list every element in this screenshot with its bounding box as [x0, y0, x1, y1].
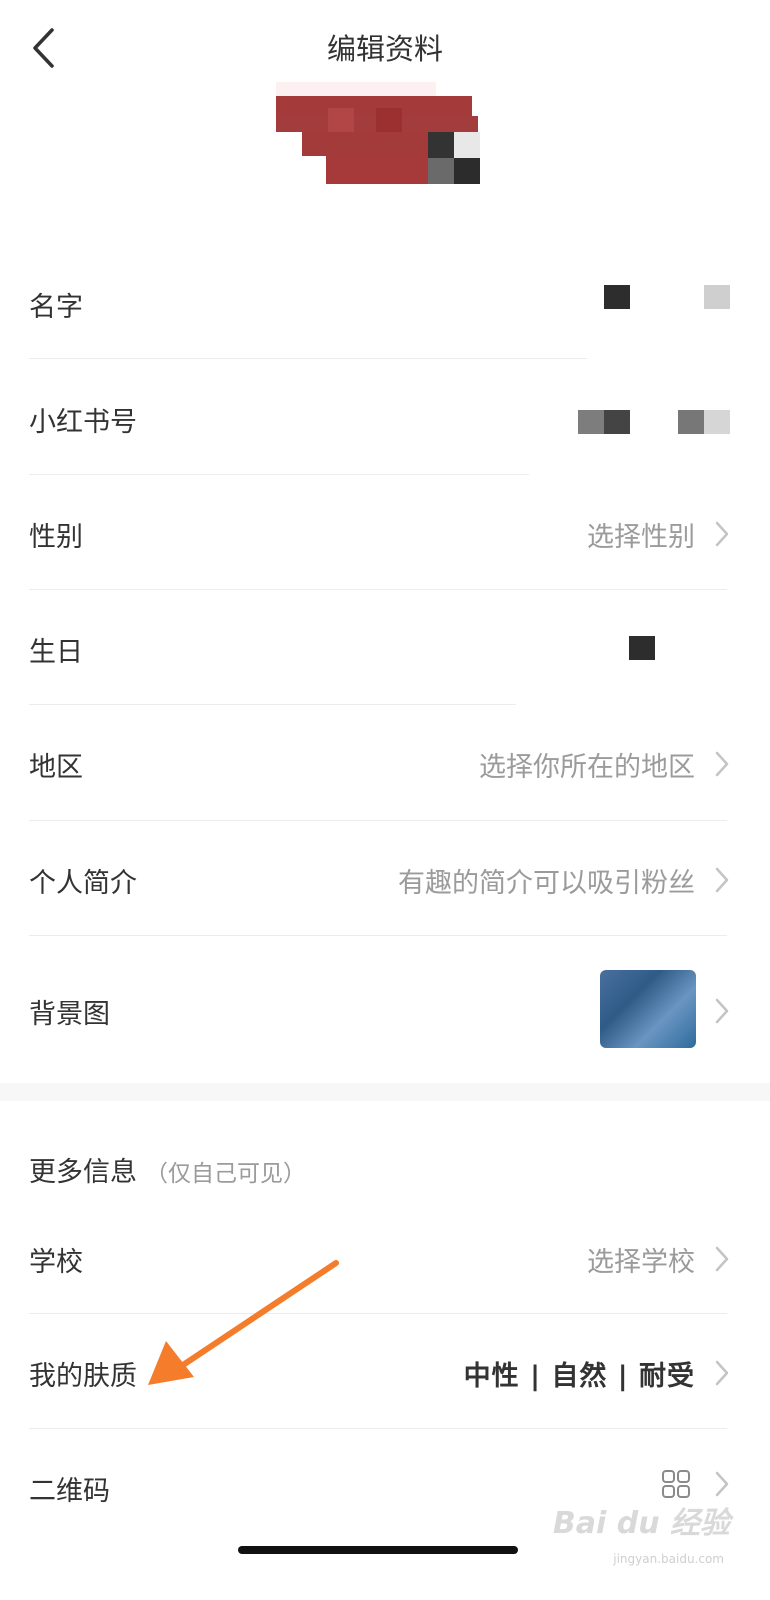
- row-school[interactable]: 学校 选择学校: [0, 1200, 770, 1313]
- chevron-right-icon: [715, 751, 729, 777]
- redbook-id-mosaic-3: [678, 410, 704, 434]
- chevron-right-icon: [715, 1246, 729, 1272]
- row-bio[interactable]: 个人简介 有趣的简介可以吸引粉丝: [0, 821, 770, 936]
- redbook-id-label: 小红书号: [29, 407, 137, 438]
- skin-type-label: 我的肤质: [29, 1361, 137, 1392]
- redbook-id-mosaic-4: [704, 410, 730, 434]
- qrcode-label: 二维码: [29, 1476, 110, 1507]
- name-label: 名字: [29, 292, 83, 323]
- region-label: 地区: [29, 752, 83, 783]
- row-name[interactable]: 名字: [0, 245, 770, 360]
- more-info-title-text: 更多信息: [29, 1157, 137, 1188]
- divider: [29, 358, 587, 359]
- page-title: 编辑资料: [326, 32, 443, 66]
- bio-label: 个人简介: [29, 868, 137, 899]
- row-birthday[interactable]: 生日: [0, 590, 770, 705]
- gender-value: 选择性别: [587, 522, 695, 553]
- name-value-mosaic-2: [704, 285, 730, 309]
- home-indicator[interactable]: [238, 1546, 518, 1554]
- school-label: 学校: [29, 1247, 83, 1278]
- row-skin-type[interactable]: 我的肤质 中性 | 自然 | 耐受: [0, 1314, 770, 1429]
- watermark-logo: Bai du 经验: [552, 1506, 730, 1541]
- qr-grid-icon: [662, 1470, 690, 1498]
- chevron-right-icon: [715, 867, 729, 893]
- avatar[interactable]: [276, 82, 480, 186]
- redbook-id-mosaic-2: [604, 410, 630, 434]
- annotation-arrow: [148, 1260, 339, 1385]
- row-gender[interactable]: 性别 选择性别: [0, 475, 770, 590]
- chevron-right-icon: [715, 1471, 729, 1497]
- row-region[interactable]: 地区 选择你所在的地区: [0, 705, 770, 820]
- background-thumbnail[interactable]: [600, 970, 696, 1048]
- region-value: 选择你所在的地区: [479, 752, 695, 783]
- chevron-right-icon: [715, 998, 729, 1024]
- gender-label: 性别: [29, 522, 83, 553]
- background-label: 背景图: [29, 999, 110, 1030]
- birthday-value-mosaic: [629, 636, 655, 660]
- name-value-mosaic: [604, 285, 630, 309]
- birthday-label: 生日: [29, 637, 83, 668]
- redbook-id-mosaic: [578, 410, 604, 434]
- more-info-title: 更多信息 （仅自己可见）: [29, 1150, 306, 1189]
- more-info-subtitle: （仅自己可见）: [145, 1161, 306, 1187]
- section-separator: [0, 1083, 770, 1101]
- school-value: 选择学校: [587, 1247, 695, 1278]
- chevron-right-icon: [715, 1360, 729, 1386]
- row-redbook-id[interactable]: 小红书号: [0, 360, 770, 475]
- chevron-right-icon: [715, 521, 729, 547]
- watermark-url: jingyan.baidu.com: [613, 1552, 724, 1566]
- bio-value: 有趣的简介可以吸引粉丝: [398, 868, 695, 899]
- skin-type-value: 中性 | 自然 | 耐受: [463, 1361, 695, 1392]
